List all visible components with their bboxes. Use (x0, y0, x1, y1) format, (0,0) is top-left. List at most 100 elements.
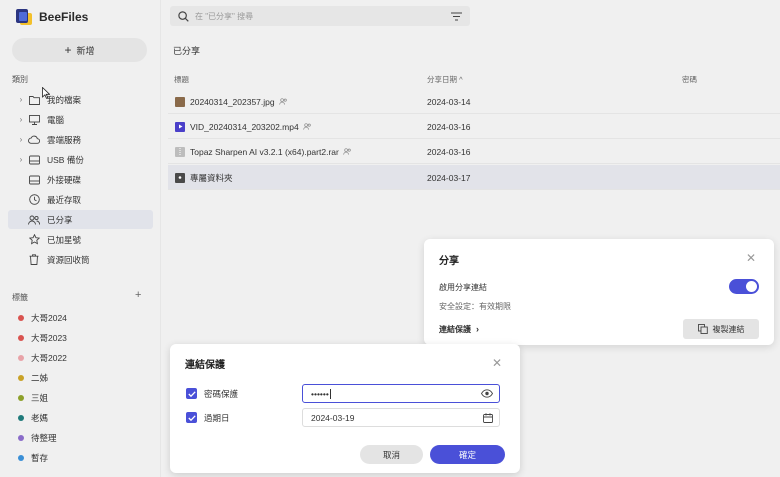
close-icon[interactable]: ✕ (746, 251, 756, 265)
copy-icon (697, 324, 708, 334)
beefiles-logo (16, 9, 32, 25)
shared-people-icon (343, 148, 352, 155)
new-button-label: 新增 (76, 45, 95, 56)
tag-label: 大哥2022 (31, 353, 67, 363)
video-file-icon (175, 121, 185, 132)
tag-color-dot (18, 435, 24, 441)
sidebar-item-label: 最近存取 (47, 194, 82, 205)
sidebar-item-recent[interactable]: 最近存取 (8, 190, 153, 209)
share-date: 2024-03-14 (427, 96, 471, 107)
password-value: •••••• (311, 388, 329, 399)
enable-share-link-toggle[interactable] (729, 279, 759, 294)
tag-label: 三姐 (31, 393, 49, 403)
column-header-name[interactable]: 標題 (174, 74, 189, 85)
sidebar-item-my-files[interactable]: › 我的檔案 (8, 90, 153, 109)
sidebar-item-usb-backup[interactable]: › USB 備份 (8, 150, 153, 169)
expiry-date-checkbox[interactable] (186, 412, 197, 423)
sidebar-item-label: USB 備份 (47, 154, 84, 165)
chevron-right-icon[interactable]: › (16, 115, 26, 124)
drive-icon (28, 154, 40, 166)
new-button[interactable]: + 新增 (12, 38, 147, 62)
tag-label: 二姊 (31, 373, 49, 383)
sidebar-item-label: 電腦 (47, 114, 65, 125)
star-icon (28, 234, 40, 246)
table-row[interactable]: VID_20240314_203202.mp4 2024-03-16 (168, 114, 780, 139)
archive-file-icon (175, 146, 185, 157)
tag-label: 大哥2023 (31, 333, 67, 343)
password-protection-checkbox[interactable] (186, 388, 197, 399)
tag-color-dot (18, 355, 24, 361)
sidebar-item-label: 已分享 (47, 214, 73, 225)
file-name: 20240314_202357.jpg (190, 96, 275, 107)
mouse-cursor-icon (42, 86, 51, 101)
chevron-right-icon[interactable]: › (16, 95, 26, 104)
sidebar-item-trash[interactable]: 資源回收筒 (8, 250, 153, 269)
page-title: 已分享 (173, 46, 201, 56)
tag-label: 待整理 (31, 433, 57, 443)
search-input[interactable]: 在 "已分享" 搜尋 (195, 11, 451, 22)
tag-label: 老媽 (31, 413, 49, 423)
expiry-date-field[interactable]: 2024-03-19 (302, 408, 500, 427)
copy-link-button[interactable]: 複製連結 (683, 319, 759, 339)
close-icon[interactable]: ✕ (492, 356, 502, 370)
sidebar-item-label: 資源回收筒 (47, 254, 90, 265)
eye-icon[interactable] (481, 389, 493, 398)
column-header-date[interactable]: 分享日期 ^ (427, 74, 463, 85)
sidebar-item-label: 我的檔案 (47, 94, 82, 105)
plus-icon: + (64, 43, 72, 57)
sidebar-item-label: 已加星號 (47, 234, 82, 245)
chevron-right-icon[interactable]: › (16, 155, 26, 164)
link-protection-dialog-title: 連結保護 (185, 360, 225, 371)
monitor-icon (28, 114, 40, 126)
tag-color-dot (18, 375, 24, 381)
share-dialog: 分享 ✕ 啟用分享連結 安全設定：有效期限 連結保護 › 複製連結 (424, 239, 774, 345)
folder-icon (28, 94, 40, 106)
filter-icon[interactable] (451, 11, 462, 21)
tag-item[interactable]: 老媽 (18, 410, 48, 426)
search-bar[interactable]: 在 "已分享" 搜尋 (170, 6, 470, 26)
confirm-button[interactable]: 確定 (430, 445, 505, 464)
sidebar-item-cloud[interactable]: › 雲端服務 (8, 130, 153, 149)
tag-item[interactable]: 大哥2023 (18, 330, 67, 346)
chevron-right-icon[interactable]: › (16, 135, 26, 144)
password-field[interactable]: •••••• (302, 384, 500, 403)
tag-item[interactable]: 大哥2024 (18, 310, 67, 326)
column-header-password[interactable]: 密碼 (682, 74, 697, 85)
app-name: BeeFiles (39, 10, 89, 24)
folder-icon (175, 172, 185, 183)
table-row[interactable]: Topaz Sharpen AI v3.2.1 (x64).part2.rar … (168, 139, 780, 164)
table-row[interactable]: 專屬資料夾 2024-03-17 (168, 165, 780, 190)
password-protection-label: 密碼保護 (204, 389, 239, 399)
tag-color-dot (18, 415, 24, 421)
tag-color-dot (18, 455, 24, 461)
table-row[interactable]: 20240314_202357.jpg 2024-03-14 (168, 89, 780, 114)
brand: BeeFiles (16, 8, 88, 26)
tag-label: 暫存 (31, 453, 49, 463)
sidebar-item-external-drive[interactable]: 外接硬碟 (8, 170, 153, 189)
sidebar-item-shared[interactable]: 已分享 (8, 210, 153, 229)
cancel-button[interactable]: 取消 (360, 445, 423, 464)
expiry-date-label: 過期日 (204, 413, 230, 423)
tag-item[interactable]: 待整理 (18, 430, 57, 446)
sidebar-item-label: 外接硬碟 (47, 174, 82, 185)
share-date: 2024-03-16 (427, 121, 471, 132)
sidebar-item-computer[interactable]: › 電腦 (8, 110, 153, 129)
tag-item[interactable]: 三姐 (18, 390, 48, 406)
link-protection-dialog: 連結保護 ✕ 密碼保護 •••••• 過期日 2024-03-19 取消 確定 (170, 344, 520, 473)
cloud-icon (28, 134, 40, 146)
tag-item[interactable]: 暫存 (18, 450, 48, 466)
copy-link-label: 複製連結 (712, 324, 745, 334)
add-tag-button[interactable]: + (135, 290, 141, 301)
categories-heading: 類別 (12, 75, 28, 84)
tag-item[interactable]: 二姊 (18, 370, 48, 386)
image-file-icon (175, 96, 185, 107)
link-protection-button[interactable]: 連結保護 › (434, 322, 484, 336)
people-icon (28, 214, 40, 226)
sidebar-item-starred[interactable]: 已加星號 (8, 230, 153, 249)
calendar-icon[interactable] (483, 413, 493, 423)
shared-people-icon (303, 123, 312, 130)
tag-item[interactable]: 大哥2022 (18, 350, 67, 366)
share-date: 2024-03-16 (427, 146, 471, 157)
clock-icon (28, 194, 40, 206)
share-dialog-title: 分享 (439, 256, 459, 267)
